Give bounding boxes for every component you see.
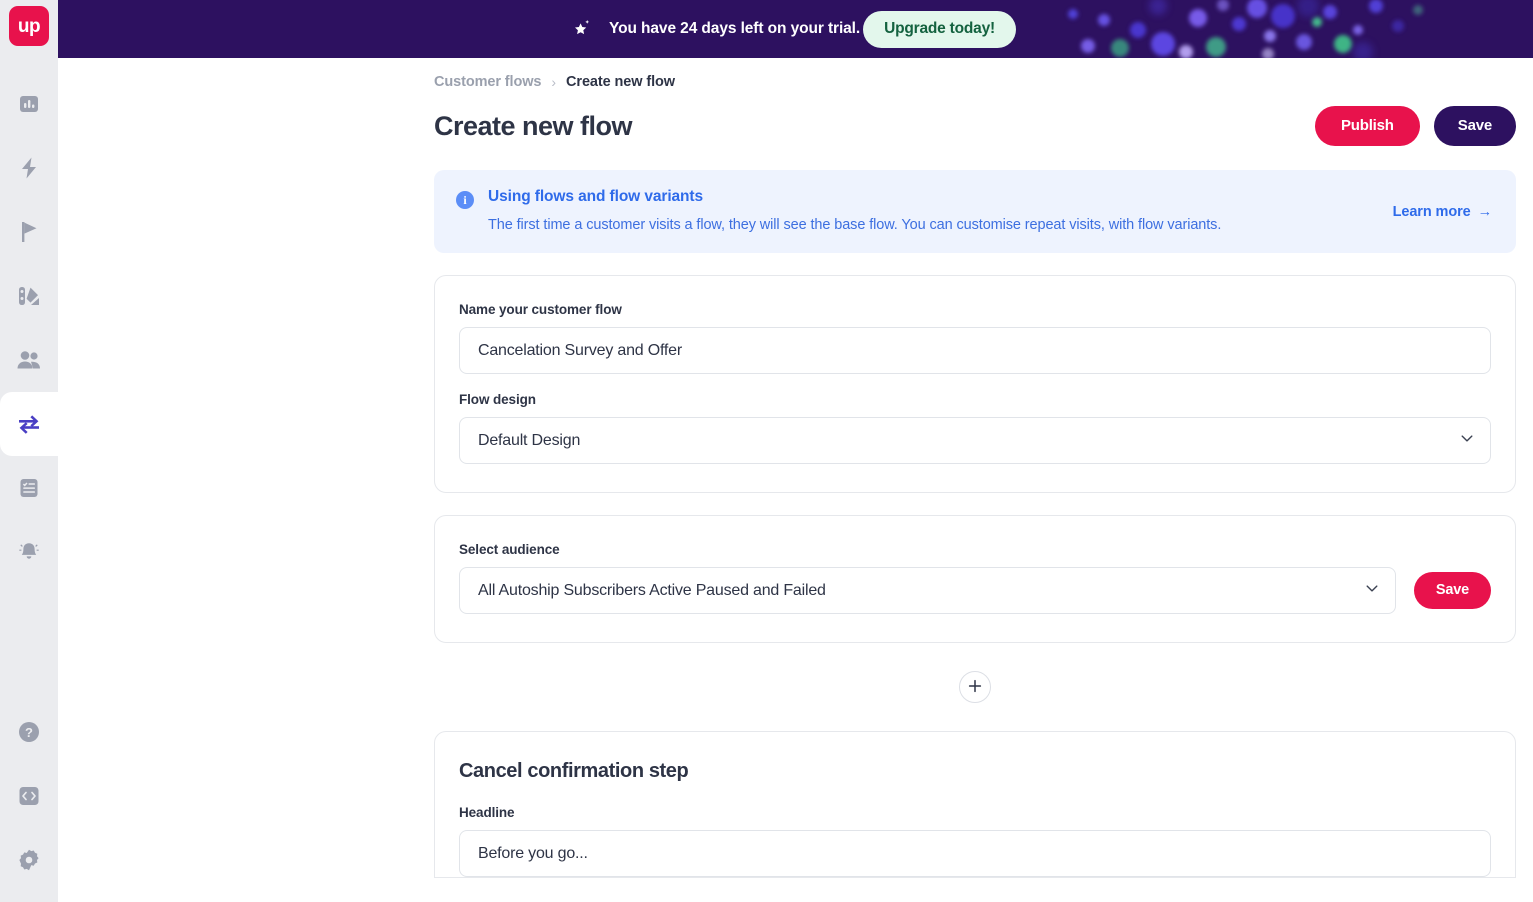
add-step-row bbox=[434, 671, 1516, 703]
cancel-confirmation-step-card: Cancel confirmation step Headline bbox=[434, 731, 1516, 878]
sidebar: up ? bbox=[0, 0, 58, 902]
app-logo[interactable]: up bbox=[9, 6, 49, 46]
sidebar-nav bbox=[0, 72, 58, 584]
plus-icon bbox=[968, 679, 982, 696]
sidebar-item-flows[interactable] bbox=[0, 392, 58, 456]
breadcrumb: Customer flows › Create new flow bbox=[434, 58, 1516, 90]
info-banner-description: The first time a customer visits a flow,… bbox=[488, 217, 1222, 233]
sidebar-item-notifications[interactable] bbox=[0, 520, 58, 584]
sidebar-item-audience[interactable] bbox=[0, 328, 58, 392]
bolt-icon bbox=[18, 156, 40, 180]
palette-icon bbox=[17, 285, 41, 307]
bell-icon bbox=[17, 540, 41, 564]
page-header: Create new flow Publish Save bbox=[434, 104, 1516, 148]
sidebar-bottom-nav: ? bbox=[0, 700, 58, 892]
headline-label: Headline bbox=[459, 805, 515, 820]
code-icon bbox=[17, 785, 41, 807]
sparkle-star-icon bbox=[571, 17, 595, 41]
gear-icon bbox=[17, 848, 41, 872]
trial-banner: You have 24 days left on your trial. Upg… bbox=[58, 0, 1533, 58]
audience-save-button[interactable]: Save bbox=[1413, 572, 1491, 609]
audience-card: Select audience All Autoship Subscribers… bbox=[434, 515, 1516, 643]
app-logo-text: up bbox=[17, 15, 41, 37]
svg-text:?: ? bbox=[25, 725, 33, 740]
learn-more-label: Learn more bbox=[1392, 203, 1471, 220]
sidebar-item-automations[interactable] bbox=[0, 136, 58, 200]
flow-name-label: Name your customer flow bbox=[459, 302, 622, 317]
transfer-arrows-icon bbox=[16, 412, 42, 436]
sidebar-item-tasks[interactable] bbox=[0, 456, 58, 520]
sidebar-item-analytics[interactable] bbox=[0, 72, 58, 136]
flag-icon bbox=[18, 220, 40, 244]
flow-design-select[interactable]: Default Design bbox=[459, 417, 1491, 464]
page-header-actions: Publish Save bbox=[1314, 106, 1516, 146]
sidebar-item-developer[interactable] bbox=[0, 764, 58, 828]
flow-name-input[interactable] bbox=[459, 327, 1491, 374]
breadcrumb-customer-flows[interactable]: Customer flows bbox=[434, 74, 541, 90]
info-circle-icon: i bbox=[456, 191, 474, 209]
sidebar-item-help[interactable]: ? bbox=[0, 700, 58, 764]
arrow-right-icon: → bbox=[1477, 203, 1493, 220]
audience-select[interactable]: All Autoship Subscribers Active Paused a… bbox=[459, 567, 1396, 614]
select-audience-label: Select audience bbox=[459, 542, 560, 557]
sidebar-item-settings[interactable] bbox=[0, 828, 58, 892]
upgrade-today-button[interactable]: Upgrade today! bbox=[863, 10, 1016, 48]
save-button[interactable]: Save bbox=[1433, 106, 1516, 146]
page-title: Create new flow bbox=[434, 110, 633, 141]
info-banner-title: Using flows and flow variants bbox=[488, 188, 703, 205]
flow-design-select-wrap: Default Design bbox=[459, 417, 1491, 464]
learn-more-link[interactable]: Learn more → bbox=[1393, 204, 1492, 220]
flow-design-label: Flow design bbox=[459, 392, 536, 407]
main-content-area: Customer flows › Create new flow Create … bbox=[58, 58, 1533, 902]
publish-button[interactable]: Publish bbox=[1314, 106, 1420, 146]
flow-details-card: Name your customer flow Flow design Defa… bbox=[434, 275, 1516, 493]
step-card-title: Cancel confirmation step bbox=[459, 760, 689, 782]
add-step-button[interactable] bbox=[959, 671, 991, 703]
audience-row: All Autoship Subscribers Active Paused a… bbox=[459, 567, 1491, 614]
sidebar-item-design[interactable] bbox=[0, 264, 58, 328]
analytics-icon bbox=[18, 93, 40, 115]
breadcrumb-separator-icon: › bbox=[551, 74, 557, 90]
people-icon bbox=[16, 349, 42, 371]
audience-select-wrap: All Autoship Subscribers Active Paused a… bbox=[459, 567, 1396, 614]
help-icon: ? bbox=[17, 720, 41, 744]
breadcrumb-current: Create new flow bbox=[566, 74, 675, 90]
trial-banner-message: You have 24 days left on your trial. bbox=[609, 20, 861, 37]
headline-input[interactable] bbox=[459, 830, 1491, 877]
info-banner: i Using flows and flow variants The firs… bbox=[434, 170, 1516, 253]
sidebar-item-goals[interactable] bbox=[0, 200, 58, 264]
checklist-icon bbox=[18, 477, 40, 499]
